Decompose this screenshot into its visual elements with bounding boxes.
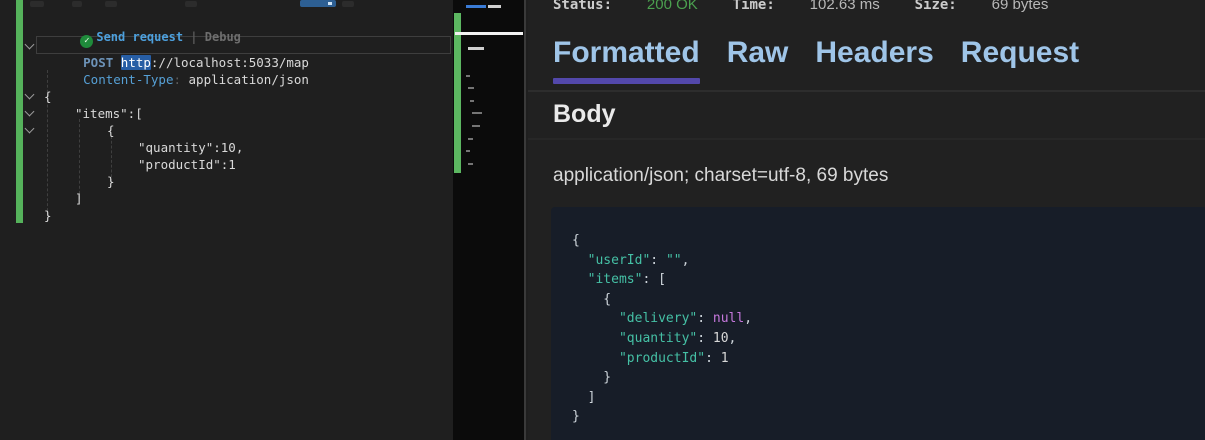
minimap-current-line: [455, 32, 523, 35]
header-separator: :: [173, 72, 188, 87]
toolbar-icon: [30, 1, 44, 7]
chevron-down-icon[interactable]: [25, 91, 33, 99]
minimap-mark: [472, 125, 480, 127]
toolbar-run-button[interactable]: [300, 0, 336, 7]
header-value: application/json: [189, 72, 309, 87]
chevron-down-icon[interactable]: [25, 108, 33, 116]
code-line[interactable]: "items":[: [75, 105, 143, 122]
minimap[interactable]: [453, 0, 526, 440]
response-json: { "userId": "", "items": [ { "delivery":…: [551, 207, 1205, 427]
toolbar-icon: [105, 1, 117, 7]
rest-client-window: ✓Send request | Debug POST http://localh…: [0, 0, 1205, 440]
response-status-line: Status: 200 OK Time: 102.63 ms Size: 69 …: [553, 0, 1048, 13]
toolbar-icon: [72, 1, 82, 7]
minimap-git-bar: [454, 13, 461, 173]
minimap-mark: [466, 5, 486, 8]
toolbar-icon: [185, 1, 197, 7]
size-value: 69 bytes: [992, 0, 1049, 13]
minimap-mark: [488, 5, 501, 8]
minimap-mark: [470, 100, 474, 102]
minimap-mark: [468, 138, 473, 140]
code-line[interactable]: }: [44, 207, 52, 224]
active-tab-underline: [553, 78, 700, 84]
minimap-mark: [468, 163, 473, 165]
status-value: 200 OK: [647, 0, 698, 13]
response-tabs: Formatted Raw Headers Request: [553, 36, 1079, 70]
tab-formatted[interactable]: Formatted: [553, 36, 700, 70]
size-label: Size:: [915, 0, 957, 13]
tab-headers[interactable]: Headers: [815, 36, 933, 70]
section-divider: [528, 138, 1205, 140]
status-label: Status:: [553, 0, 612, 13]
time-value: 102.63 ms: [810, 0, 880, 13]
response-body-box[interactable]: { "userId": "", "items": [ { "delivery":…: [551, 207, 1205, 440]
body-section-heading: Body: [553, 100, 616, 129]
code-line[interactable]: "quantity":10,: [138, 139, 243, 156]
chevron-down-icon[interactable]: [25, 125, 33, 133]
code-line[interactable]: {: [107, 122, 115, 139]
git-added-gutter-bar: [16, 0, 23, 223]
toolbar-icon: [342, 1, 354, 7]
tab-raw[interactable]: Raw: [727, 36, 789, 70]
minimap-mark: [468, 47, 484, 50]
code-line[interactable]: "productId":1: [138, 156, 236, 173]
response-panel: Status: 200 OK Time: 102.63 ms Size: 69 …: [528, 0, 1205, 440]
code-line[interactable]: {: [44, 88, 52, 105]
minimap-mark: [472, 112, 482, 114]
section-divider: [528, 90, 1205, 92]
chevron-down-icon[interactable]: [25, 41, 33, 49]
http-request-editor[interactable]: ✓Send request | Debug POST http://localh…: [0, 0, 453, 440]
minimap-mark: [466, 150, 470, 152]
indent-guide: [79, 119, 80, 199]
header-name: Content-Type: [83, 72, 173, 87]
time-label: Time:: [733, 0, 775, 13]
minimap-mark: [466, 75, 470, 77]
minimap-mark: [468, 87, 474, 89]
tab-request[interactable]: Request: [961, 36, 1079, 70]
code-line[interactable]: }: [107, 173, 115, 190]
code-line[interactable]: ]: [75, 190, 83, 207]
header-line[interactable]: Content-Type: application/json: [38, 54, 309, 105]
content-type-summary: application/json; charset=utf-8, 69 byte…: [553, 165, 888, 187]
